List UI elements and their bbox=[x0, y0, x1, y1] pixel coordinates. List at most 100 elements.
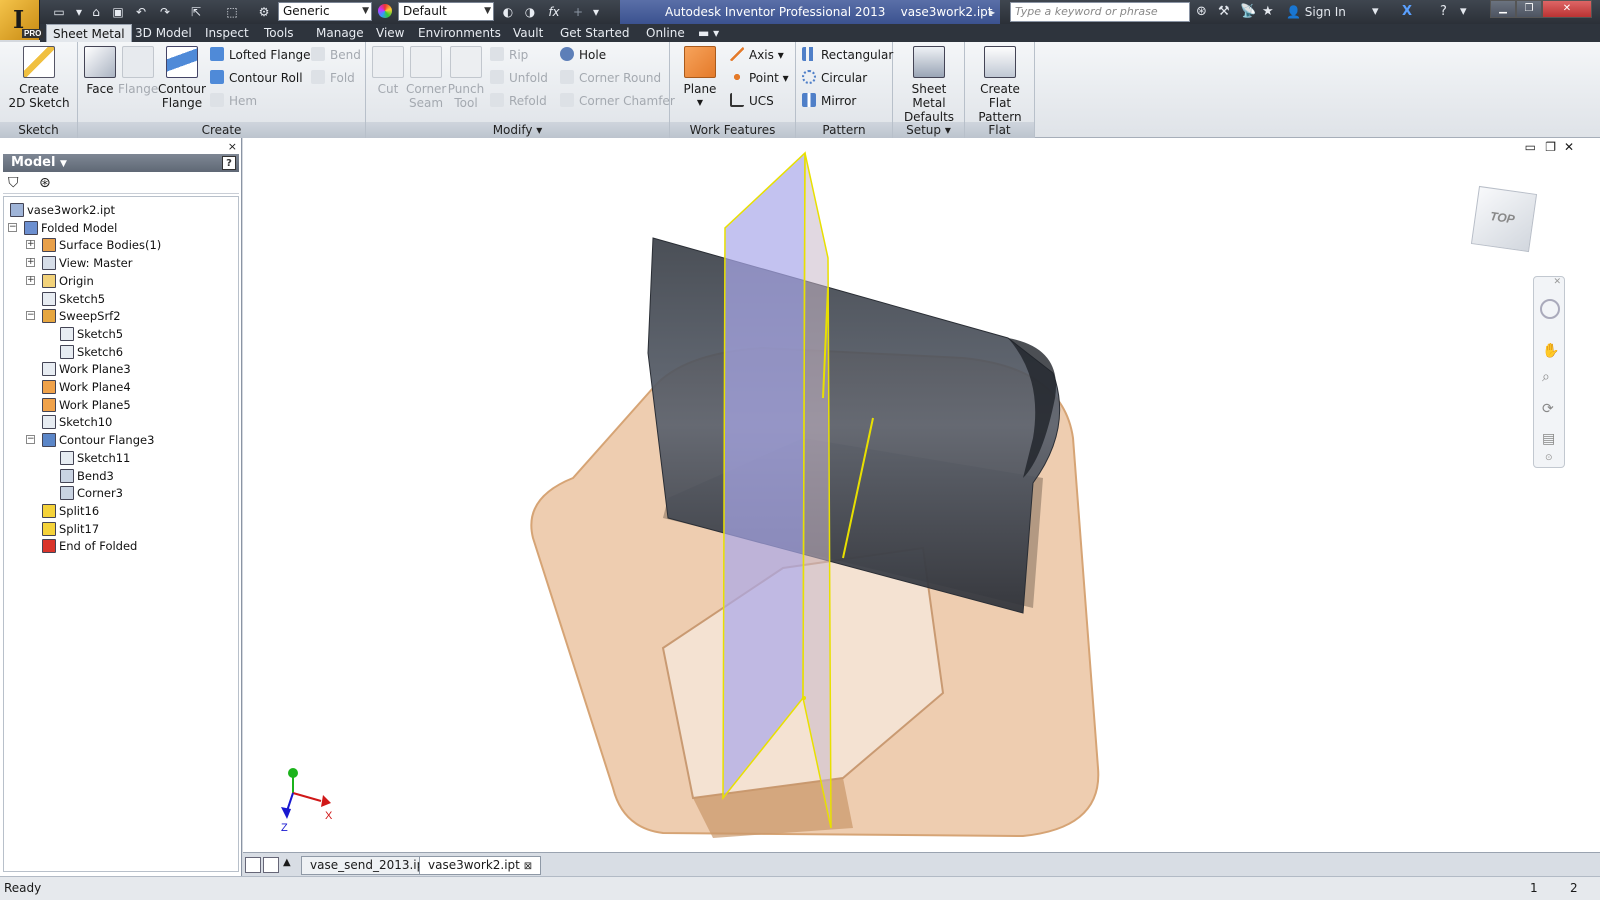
favorites-star-icon[interactable]: ★ bbox=[1262, 3, 1274, 21]
rip-button[interactable]: Rip bbox=[490, 46, 528, 64]
new-dropdown-icon[interactable]: ▾ bbox=[72, 3, 86, 21]
create-2d-sketch-button[interactable]: Create 2D Sketch bbox=[8, 46, 70, 110]
orbit-icon[interactable]: ⟳ bbox=[1542, 401, 1554, 417]
tree-node[interactable]: Sketch5 bbox=[42, 290, 105, 308]
binoculars-find-icon[interactable]: ⊛ bbox=[39, 175, 51, 191]
browser-header[interactable]: Model ▼ ? bbox=[3, 154, 239, 172]
help-dropdown-icon[interactable]: ▾ bbox=[1460, 3, 1467, 21]
tree-expander[interactable]: + bbox=[26, 240, 35, 250]
contour-roll-button[interactable]: Contour Roll bbox=[210, 69, 303, 87]
doc-menu-icon[interactable]: ▲ bbox=[283, 857, 297, 873]
subscription-icon[interactable]: ⚒ bbox=[1218, 3, 1230, 21]
tree-node[interactable]: vase3work2.ipt bbox=[10, 201, 115, 219]
new-file-icon[interactable]: ▭ bbox=[48, 3, 70, 21]
hem-button[interactable]: Hem bbox=[210, 92, 257, 110]
sign-in-button[interactable]: 👤 Sign In bbox=[1286, 3, 1346, 21]
panel-title-setup[interactable]: Setup ▾ bbox=[893, 122, 964, 138]
tab-online[interactable]: Online bbox=[640, 24, 691, 42]
viewport-restore-button[interactable]: ❐ bbox=[1545, 140, 1556, 154]
tab-sheet-metal[interactable]: Sheet Metal bbox=[46, 24, 132, 42]
corner-chamfer-button[interactable]: Corner Chamfer bbox=[560, 92, 675, 110]
tree-node[interactable]: Split16 bbox=[42, 502, 99, 520]
corner-seam-button[interactable]: Corner Seam bbox=[406, 46, 446, 110]
tree-node[interactable]: Surface Bodies(1) bbox=[42, 236, 161, 254]
ucs-button[interactable]: UCS bbox=[730, 92, 774, 110]
doc-tab-vase3work2[interactable]: vase3work2.ipt ⊠ bbox=[419, 856, 542, 875]
application-menu-button[interactable]: I PRO bbox=[0, 0, 44, 40]
redo-icon[interactable]: ↷ bbox=[155, 3, 175, 21]
tree-expander[interactable]: + bbox=[26, 275, 35, 285]
appearance-color-icon[interactable] bbox=[376, 3, 394, 21]
browser-close-button[interactable]: × bbox=[228, 140, 237, 153]
unfold-button[interactable]: Unfold bbox=[490, 69, 548, 87]
tab-inspect[interactable]: Inspect bbox=[199, 24, 255, 42]
tree-node[interactable]: Sketch10 bbox=[42, 413, 112, 431]
update-icon[interactable]: ⚙ bbox=[254, 3, 274, 21]
ribbon-options-icon[interactable]: ▬ ▾ bbox=[692, 24, 725, 42]
clear-appearance-icon[interactable]: ◑ bbox=[520, 3, 540, 21]
restore-button[interactable]: ❐ bbox=[1516, 0, 1542, 18]
create-flat-pattern-button[interactable]: Create Flat Pattern bbox=[967, 46, 1033, 124]
mirror-button[interactable]: Mirror bbox=[802, 92, 856, 110]
tree-node[interactable]: Corner3 bbox=[60, 484, 123, 502]
tab-environments[interactable]: Environments bbox=[412, 24, 507, 42]
model-scene[interactable] bbox=[243, 138, 1600, 852]
tree-node[interactable]: End of Folded bbox=[42, 537, 137, 555]
tree-node[interactable]: Sketch6 bbox=[60, 343, 123, 361]
tree-expander[interactable]: − bbox=[26, 435, 35, 445]
tree-node[interactable]: View: Master bbox=[42, 254, 132, 272]
pan-icon[interactable]: ✋ bbox=[1542, 343, 1559, 359]
close-icon[interactable]: ✕ bbox=[1553, 277, 1561, 287]
tree-node[interactable]: Origin bbox=[42, 272, 94, 290]
tree-node[interactable]: Folded Model bbox=[24, 219, 117, 237]
tree-node[interactable]: SweepSrf2 bbox=[42, 307, 121, 325]
binoculars-icon[interactable]: ⊛ bbox=[1196, 3, 1207, 21]
tree-node[interactable]: Work Plane5 bbox=[42, 396, 131, 414]
doc-tab-vase-send-2013[interactable]: vase_send_2013.ipt bbox=[301, 856, 438, 875]
open-icon[interactable]: ⌂ bbox=[86, 3, 106, 21]
look-at-icon[interactable]: ▤ bbox=[1542, 431, 1555, 447]
tab-get-started[interactable]: Get Started bbox=[554, 24, 636, 42]
fold-button[interactable]: Fold bbox=[311, 69, 355, 87]
browser-help-button[interactable]: ? bbox=[222, 156, 236, 170]
tree-node[interactable]: Split17 bbox=[42, 520, 99, 538]
corner-round-button[interactable]: Corner Round bbox=[560, 69, 661, 87]
parameters-icon[interactable]: fx bbox=[544, 3, 564, 21]
hole-button[interactable]: Hole bbox=[560, 46, 606, 64]
bend-button[interactable]: Bend bbox=[311, 46, 361, 64]
exchange-icon[interactable]: X bbox=[1402, 3, 1412, 21]
point-button[interactable]: Point ▾ bbox=[730, 69, 789, 87]
tree-expander[interactable]: + bbox=[26, 258, 35, 268]
viewport-minimize-button[interactable]: ▭ bbox=[1525, 140, 1536, 154]
contour-flange-button[interactable]: Contour Flange bbox=[158, 46, 206, 110]
tab-tools[interactable]: Tools bbox=[258, 24, 300, 42]
axis-button[interactable]: Axis ▾ bbox=[730, 46, 784, 64]
expand-search-icon[interactable]: ▸ bbox=[982, 3, 1002, 21]
circular-pattern-button[interactable]: Circular bbox=[802, 69, 867, 87]
help-icon[interactable]: ? bbox=[1440, 3, 1447, 21]
graphics-viewport[interactable]: ▭ ❐ ✕ TOP ✕ ✋ ⌕ ⟳ ▤ ⊙ X Z bbox=[243, 138, 1600, 852]
communication-center-icon[interactable]: 📡 bbox=[1240, 3, 1256, 21]
viewcube[interactable]: TOP bbox=[1470, 185, 1538, 253]
panel-title-modify[interactable]: Modify ▾ bbox=[366, 122, 669, 138]
tab-3d-model[interactable]: 3D Model bbox=[129, 24, 198, 42]
sign-in-dropdown-icon[interactable]: ▾ bbox=[1372, 3, 1379, 21]
refold-button[interactable]: Refold bbox=[490, 92, 547, 110]
tile-windows-icon[interactable] bbox=[245, 857, 261, 873]
rectangular-pattern-button[interactable]: Rectangular bbox=[802, 46, 893, 64]
tree-node[interactable]: Bend3 bbox=[60, 467, 114, 485]
flange-button[interactable]: Flange bbox=[118, 46, 158, 96]
punch-tool-button[interactable]: Punch Tool bbox=[446, 46, 486, 110]
return-icon[interactable]: ⇱ bbox=[186, 3, 206, 21]
viewcube-top-label[interactable]: TOP bbox=[1489, 209, 1515, 226]
tree-expander[interactable]: − bbox=[8, 222, 17, 232]
save-icon[interactable]: ▣ bbox=[108, 3, 128, 21]
help-search-input[interactable]: Type a keyword or phrase bbox=[1010, 2, 1190, 22]
tree-node[interactable]: Work Plane3 bbox=[42, 360, 131, 378]
tab-view[interactable]: View bbox=[370, 24, 410, 42]
plane-button[interactable]: Plane ▼ bbox=[676, 46, 724, 110]
tree-expander[interactable]: − bbox=[26, 311, 35, 321]
sheet-metal-defaults-button[interactable]: Sheet Metal Defaults bbox=[895, 46, 963, 124]
arrange-windows-icon[interactable] bbox=[263, 857, 279, 873]
undo-icon[interactable]: ↶ bbox=[131, 3, 151, 21]
